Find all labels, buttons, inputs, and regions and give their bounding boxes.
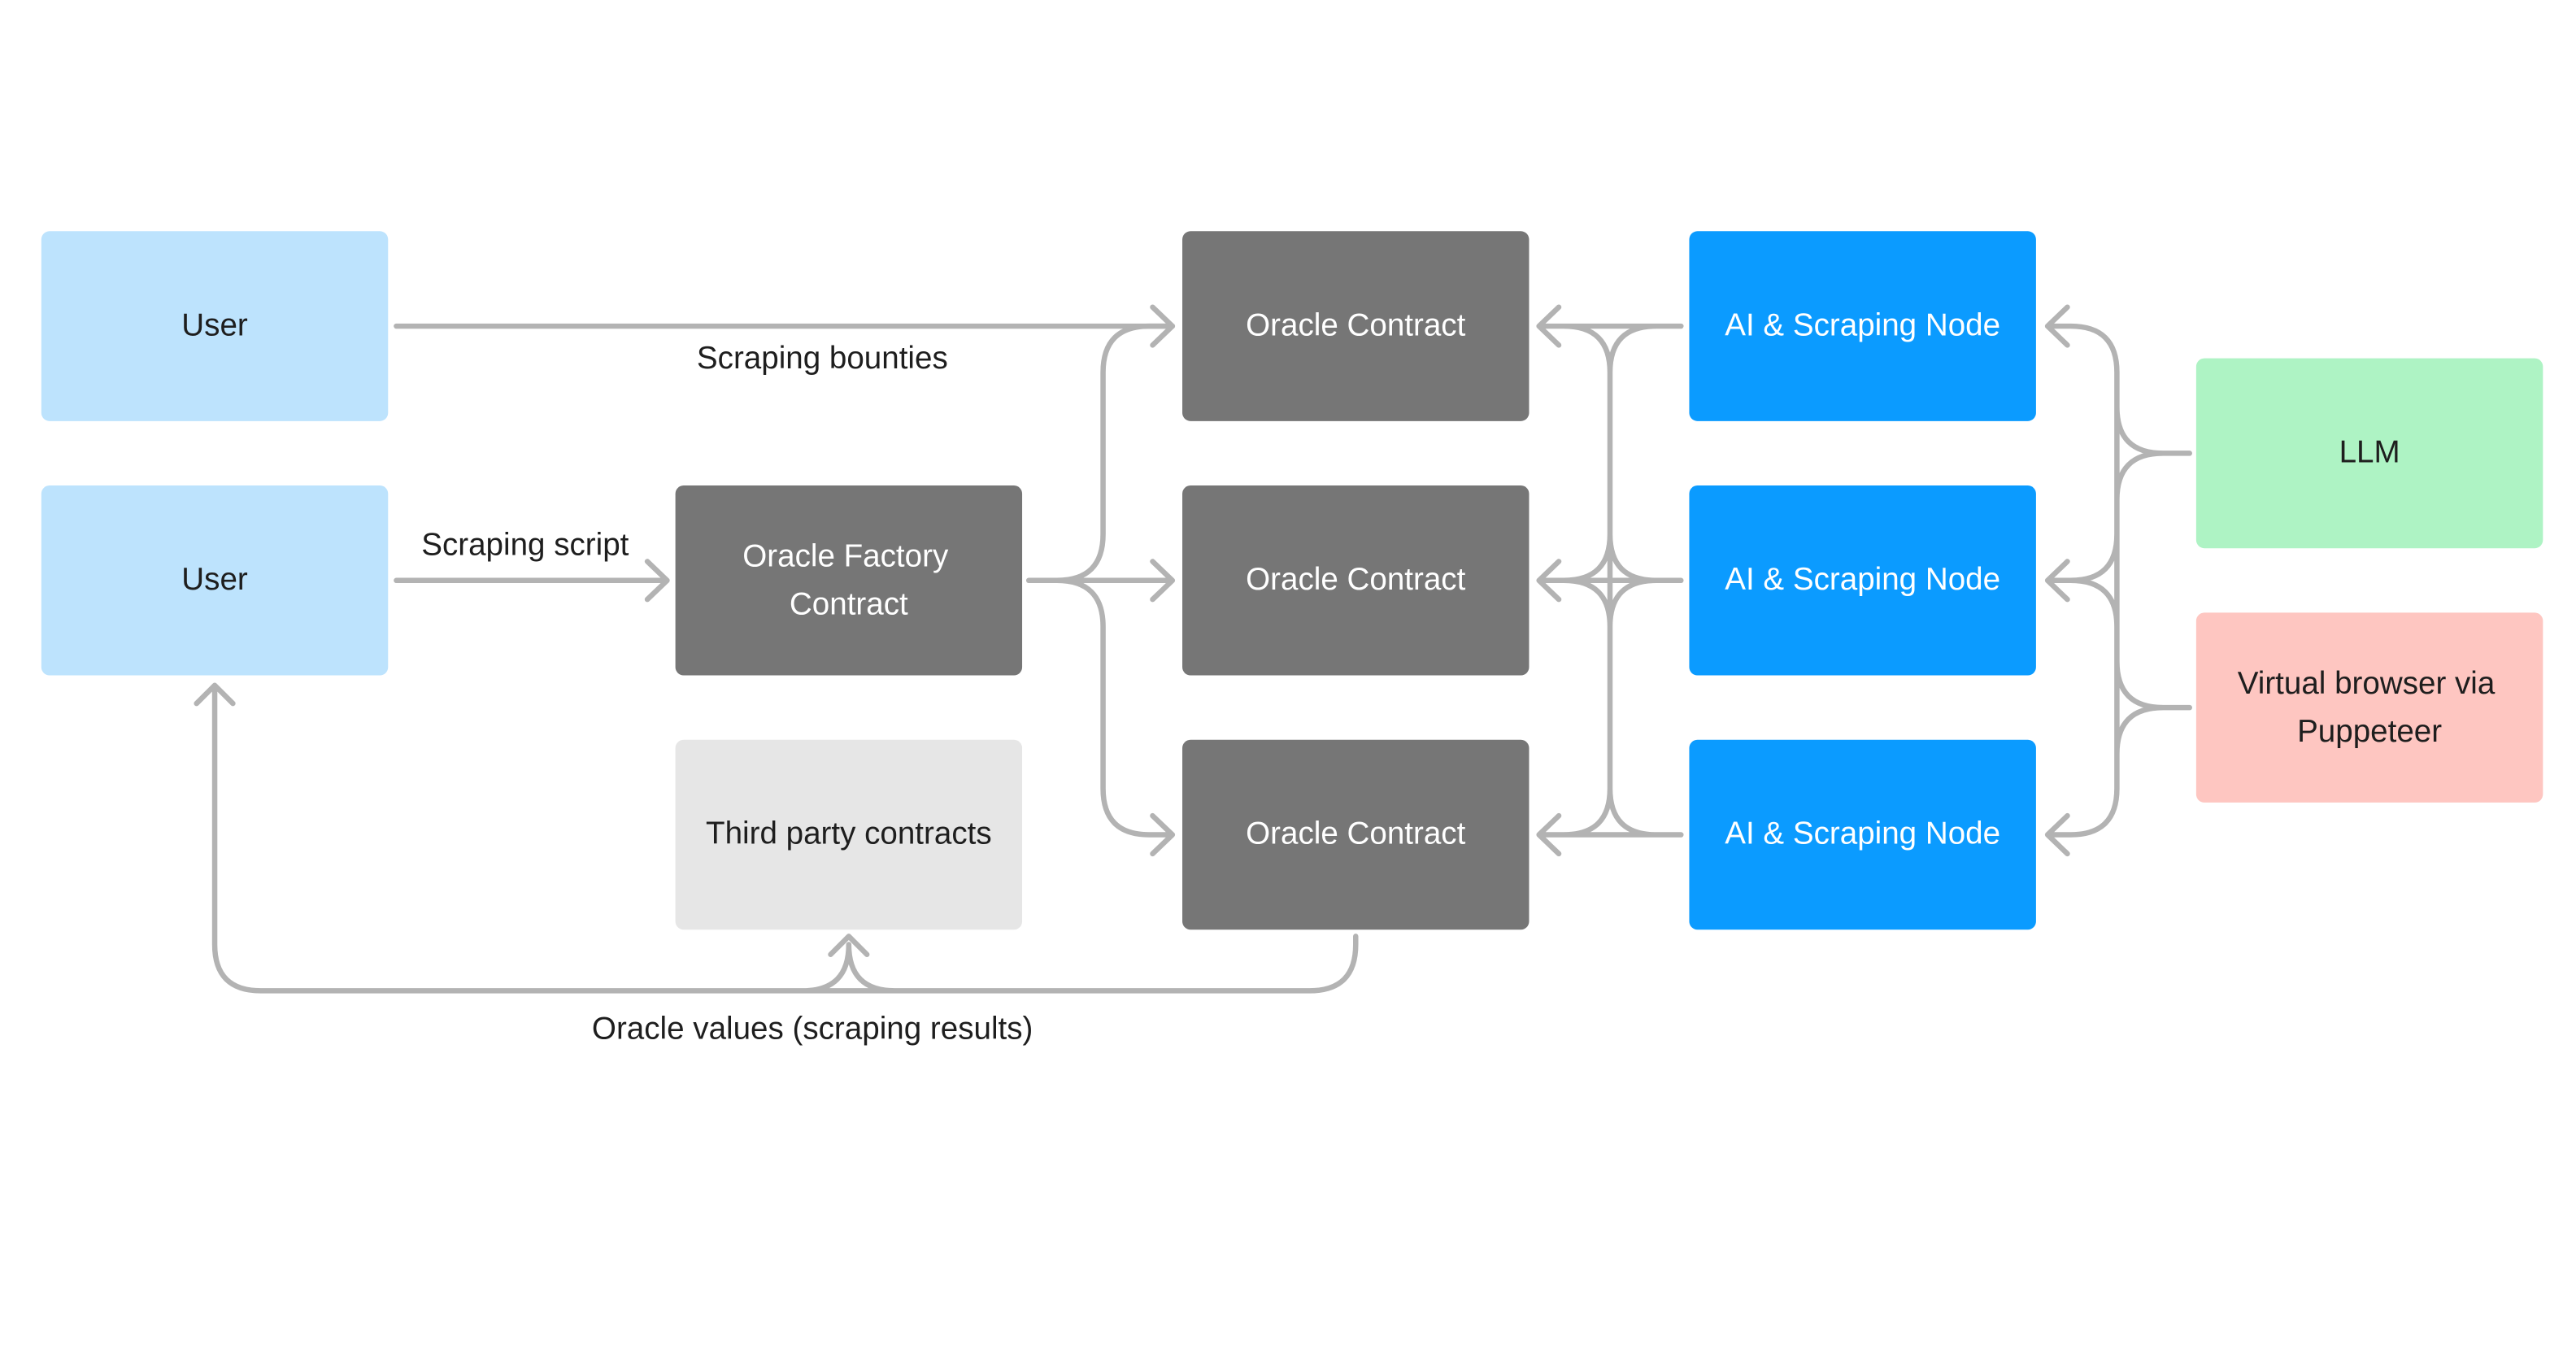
oracle-contract-box: Oracle Contract: [1182, 231, 1530, 421]
ai-node-label: AI & Scraping Node: [1725, 816, 2000, 851]
browser-label-line2: Puppeteer: [2297, 714, 2442, 749]
ai-node-label: AI & Scraping Node: [1725, 307, 2000, 342]
llm-box: LLM: [2195, 358, 2543, 549]
user-label: User: [181, 562, 248, 597]
oracle-contract-label: Oracle Contract: [1246, 307, 1465, 342]
ai-node-label: AI & Scraping Node: [1725, 562, 2000, 597]
ai-node-box: AI & Scraping Node: [1689, 231, 2036, 421]
script-arrow: [394, 559, 670, 603]
virtual-browser-box: Virtual browser via Puppeteer: [2195, 612, 2543, 803]
services-to-nodes-arrows: [2044, 304, 2193, 857]
llm-label: LLM: [2339, 435, 2400, 470]
user-bottom-box: User: [41, 485, 389, 676]
oracle-contract-box: Oracle Contract: [1182, 485, 1530, 676]
oracle-contract-label: Oracle Contract: [1246, 816, 1465, 851]
ai-node-box: AI & Scraping Node: [1689, 739, 2036, 930]
nodes-to-oracles-arrows: [1536, 304, 1684, 857]
bounties-arrow: [394, 304, 1176, 348]
ai-node-box: AI & Scraping Node: [1689, 485, 2036, 676]
oracle-architecture-diagram: User User Oracle Factory Contract Third …: [41, 231, 2543, 1046]
oracle-contract-box: Oracle Contract: [1182, 739, 1530, 930]
user-label: User: [181, 307, 248, 342]
oracle-factory-box: Oracle Factory Contract: [675, 485, 1023, 676]
third-party-box: Third party contracts: [675, 739, 1023, 930]
factory-to-oracles-arrows: [1025, 323, 1176, 857]
oracle-contract-label: Oracle Contract: [1246, 562, 1465, 597]
user-top-box: User: [41, 231, 389, 421]
browser-label-line1: Virtual browser via: [2238, 666, 2496, 701]
bounties-label: Scraping bounties: [697, 341, 948, 376]
script-label: Scraping script: [421, 527, 629, 562]
results-label: Oracle values (scraping results): [592, 1011, 1033, 1046]
factory-label-line2: Contract: [790, 586, 908, 621]
factory-label-line1: Oracle Factory: [742, 539, 949, 574]
third-party-label: Third party contracts: [706, 816, 992, 851]
